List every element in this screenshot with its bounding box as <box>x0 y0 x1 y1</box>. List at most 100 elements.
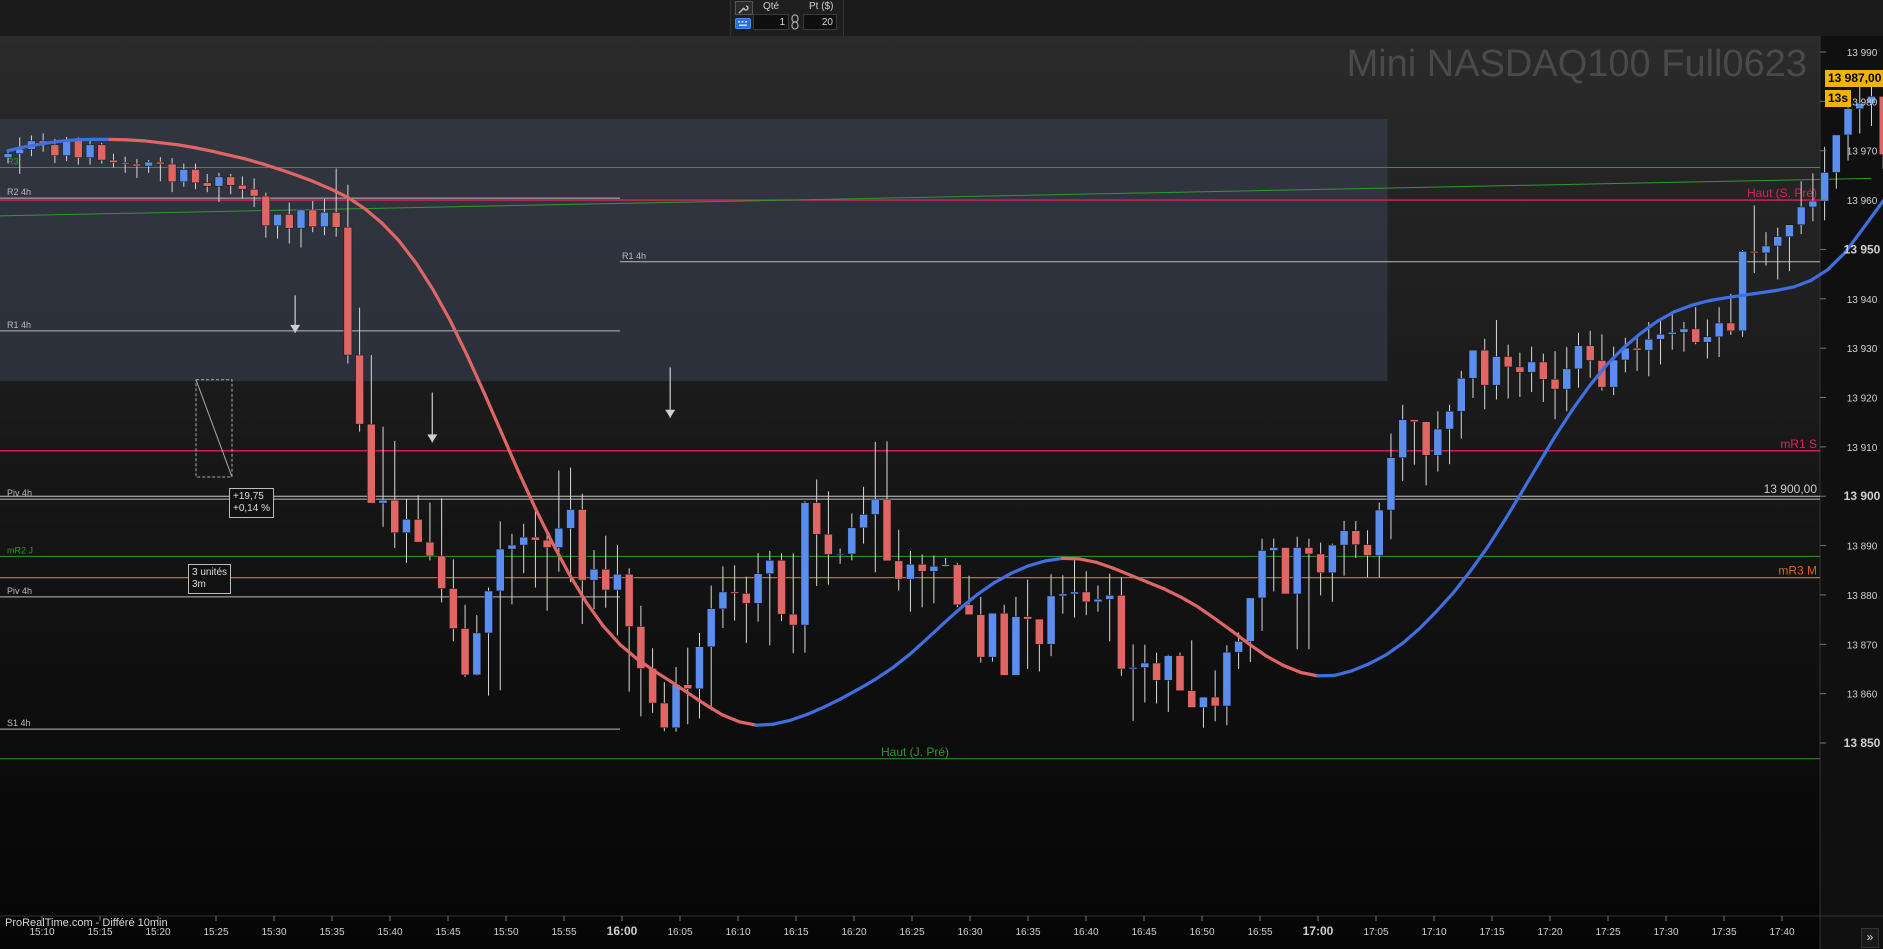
candle-body <box>97 144 107 161</box>
x-tick-label: 15:25 <box>203 927 228 938</box>
y-tick-label: 13 850 <box>1844 736 1881 750</box>
candle-body <box>695 646 704 689</box>
price-chart[interactable]: Mini NASDAQ100 Full0623 R2 4h R1 4h R1 4h H… <box>0 36 1883 949</box>
candle-body <box>1667 332 1677 335</box>
candle-body <box>706 608 716 648</box>
x-tick-label: 17:00 <box>1303 924 1334 938</box>
level-label: R3 <box>7 156 19 166</box>
candle-body <box>62 140 71 156</box>
x-tick-label: 15:35 <box>319 927 344 938</box>
candle-body <box>460 628 470 676</box>
candle-body <box>1445 411 1454 430</box>
supply-zone <box>0 119 1388 382</box>
candle-body <box>531 536 540 541</box>
candle-body <box>859 514 868 529</box>
candle-body <box>425 541 435 557</box>
candle-body <box>753 573 763 604</box>
moving-average-segment <box>125 138 146 143</box>
x-tick-label: 15:55 <box>551 927 576 938</box>
candle-body <box>1210 696 1220 707</box>
x-tick-label: 16:45 <box>1131 927 1156 938</box>
candle-body <box>683 684 693 689</box>
candle-body <box>742 593 751 604</box>
candle <box>988 612 997 662</box>
level-label: Piv 4h <box>7 586 32 596</box>
expand-chevron-icon[interactable]: » <box>1861 928 1879 948</box>
candle-body <box>484 590 493 634</box>
candle-body <box>519 536 528 546</box>
candle-body <box>1351 530 1361 545</box>
y-tick-label: 13 940 <box>1847 295 1878 306</box>
x-tick-label: 15:50 <box>493 927 518 938</box>
measure-timeframe: 3m <box>192 579 206 590</box>
candle-body <box>1316 553 1325 573</box>
x-tick-label: 17:10 <box>1421 927 1446 938</box>
measure-units-box: 3 unités 3m <box>188 564 232 594</box>
x-tick-label: 17:15 <box>1479 927 1504 938</box>
candle-body <box>718 591 728 609</box>
candle-body <box>1304 547 1314 555</box>
y-tick-label: 13 880 <box>1847 591 1878 602</box>
candle-body <box>296 209 306 229</box>
x-tick-label: 16:25 <box>899 927 924 938</box>
candle-body <box>308 209 317 227</box>
candle-body <box>1140 662 1150 668</box>
candle-body <box>1035 618 1044 645</box>
measure-delta: +19,75 <box>233 491 264 502</box>
candle-body <box>1128 667 1138 670</box>
candle-body <box>249 188 259 197</box>
x-tick-label: 16:35 <box>1015 927 1040 938</box>
candle-body <box>894 560 903 580</box>
candle-body <box>191 169 200 184</box>
data-source-label: ProRealTime.com - Différé 10min <box>5 917 168 929</box>
candle-body <box>50 144 60 156</box>
candle-body <box>1046 595 1056 645</box>
level-label: R1 4h <box>622 251 646 261</box>
x-tick-label: 17:20 <box>1537 927 1562 938</box>
candle-body <box>1820 172 1829 202</box>
candle-body <box>660 702 669 728</box>
moving-average-segment <box>754 722 775 727</box>
candle-body <box>953 564 962 606</box>
x-tick-label: 16:30 <box>957 927 982 938</box>
keyboard-icon[interactable] <box>735 16 751 29</box>
candle-body <box>1843 108 1853 136</box>
candle-body <box>1480 349 1489 386</box>
candle-body <box>589 569 599 581</box>
candle-body <box>800 502 810 626</box>
candle-body <box>343 226 353 356</box>
x-tick-label: 16:05 <box>667 927 692 938</box>
top-toolbar: Qté Pt ($) 1 20 <box>0 0 1883 37</box>
candle-body <box>85 144 95 158</box>
x-tick-label: 17:30 <box>1653 927 1678 938</box>
candle-body <box>226 176 235 186</box>
qty-input[interactable]: 1 <box>753 14 789 30</box>
candle-body <box>1105 595 1114 600</box>
candle-body <box>109 159 118 163</box>
x-tick-label: 15:40 <box>377 927 402 938</box>
measure-units: 3 unités <box>192 567 228 578</box>
level-label: R1 4h <box>7 320 31 330</box>
candle-body <box>472 632 482 676</box>
candle-body <box>1398 419 1407 458</box>
y-tick-label: 13 920 <box>1847 394 1878 405</box>
pt-input[interactable]: 20 <box>803 14 837 30</box>
candle-body <box>1691 328 1700 343</box>
wrench-icon[interactable] <box>735 1 753 15</box>
candle-body <box>964 604 974 615</box>
x-tick-label: 17:25 <box>1595 927 1620 938</box>
candle-body <box>1585 345 1595 361</box>
y-tick-label: 13 870 <box>1847 640 1878 651</box>
candle-body <box>1164 655 1173 681</box>
chart-title: Mini NASDAQ100 Full0623 <box>1347 43 1807 85</box>
candle-body <box>1457 378 1466 412</box>
chain-link-icon[interactable] <box>791 14 799 30</box>
candle-body <box>378 499 388 504</box>
level-label: Haut (J. Pré) <box>881 745 949 759</box>
candle-body <box>320 212 329 227</box>
candle-body <box>929 566 939 572</box>
measure-delta-box: +19,75 +0,14 % <box>229 488 274 518</box>
candle-body <box>871 499 880 515</box>
candle-body <box>1374 509 1384 556</box>
level-label: mR1 S <box>1780 437 1817 451</box>
